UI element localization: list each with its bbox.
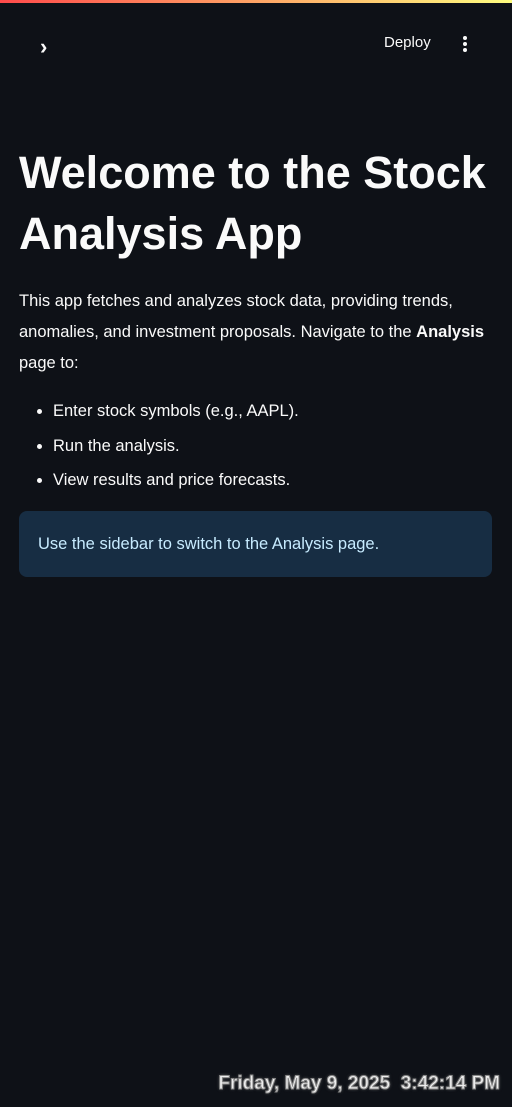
intro-bold: Analysis (416, 323, 485, 341)
top-decoration-bar (0, 0, 512, 3)
intro-paragraph: This app fetches and analyzes stock data… (19, 286, 499, 379)
page-title: Welcome to the Stock Analysis App (19, 147, 486, 259)
info-alert: Use the sidebar to switch to the Analysi… (19, 511, 492, 577)
feature-list: Enter stock symbols (e.g., AAPL). Run th… (19, 394, 299, 498)
deploy-button[interactable]: Deploy (376, 32, 439, 53)
main-menu-button[interactable] (458, 34, 472, 54)
intro-end: page to: (19, 354, 79, 372)
chevron-right-icon: › (40, 34, 48, 59)
datetime-overlay: Friday, May 9, 2025 3:42:14 PM (218, 1073, 501, 1095)
list-item: Enter stock symbols (e.g., AAPL). (53, 394, 299, 429)
list-item: View results and price forecasts. (53, 463, 299, 498)
expand-sidebar-button[interactable]: › (40, 34, 60, 60)
intro-text: This app fetches and analyzes stock data… (19, 292, 453, 341)
list-item: Run the analysis. (53, 429, 299, 464)
more-vertical-icon (463, 36, 467, 40)
